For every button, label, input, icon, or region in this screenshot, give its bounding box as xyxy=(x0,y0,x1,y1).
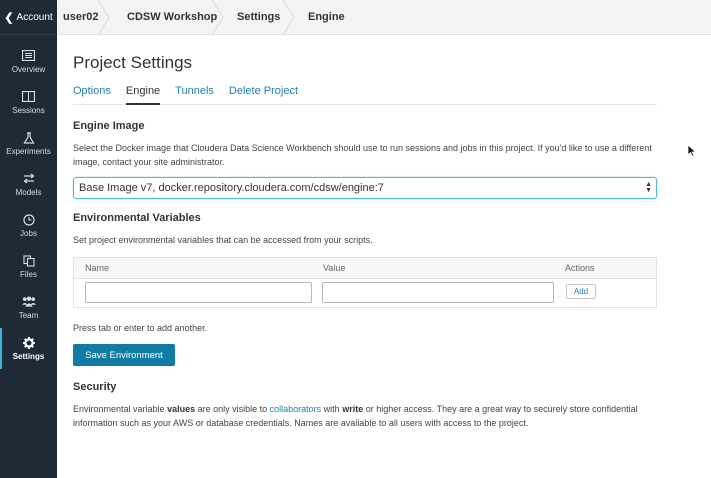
breadcrumb-settings[interactable]: Settings xyxy=(224,0,295,35)
engine-image-select[interactable]: Base Image v7, docker.repository.clouder… xyxy=(73,177,657,199)
sidebar-item-label: Jobs xyxy=(20,228,37,238)
collaborators-link[interactable]: collaborators xyxy=(270,404,322,414)
security-bold-write: write xyxy=(342,404,364,414)
sidebar-item-label: Files xyxy=(20,269,37,279)
page-title: Project Settings xyxy=(73,53,193,72)
breadcrumb-project[interactable]: CDSW Workshop xyxy=(110,0,224,35)
breadcrumb-label: CDSW Workshop xyxy=(127,11,218,23)
account-label: Account xyxy=(16,11,53,23)
select-arrows-icon: ▲ ▼ xyxy=(645,181,652,194)
sidebar-item-sessions[interactable]: Sessions xyxy=(0,82,57,123)
sidebar-item-overview[interactable]: Overview xyxy=(0,41,57,82)
settings-tabs: Options Engine Tunnels Delete Project xyxy=(73,83,657,105)
save-environment-button[interactable]: Save Environment xyxy=(73,344,175,366)
column-header-actions: Actions xyxy=(565,262,595,273)
sidebar-item-models[interactable]: Models xyxy=(0,164,57,205)
breadcrumb-separator xyxy=(283,0,295,35)
column-header-value: Value xyxy=(323,262,346,273)
jobs-icon xyxy=(22,213,36,226)
env-vars-hint: Press tab or enter to add another. xyxy=(73,322,208,333)
engine-image-description: Select the Docker image that Cloudera Da… xyxy=(73,143,652,167)
mouse-cursor-icon xyxy=(687,144,696,157)
sidebar-item-label: Overview xyxy=(11,64,46,74)
breadcrumb-label: user02 xyxy=(63,11,99,23)
engine-image-selected-value: Base Image v7, docker.repository.clouder… xyxy=(79,182,384,194)
engine-image-heading: Engine Image xyxy=(73,120,145,132)
tab-tunnels[interactable]: Tunnels xyxy=(175,83,214,104)
sidebar-item-label: Experiments xyxy=(6,146,51,156)
account-link[interactable]: ❮ Account xyxy=(0,0,57,35)
tab-delete-project[interactable]: Delete Project xyxy=(229,83,298,104)
overview-icon xyxy=(22,50,36,62)
env-vars-description: Set project environmental variables that… xyxy=(73,235,373,245)
env-vars-table: Name Value Actions Add xyxy=(73,256,657,308)
security-text: are only visible to xyxy=(195,404,270,414)
sidebar-item-label: Settings xyxy=(12,351,45,361)
breadcrumb: user02 CDSW Workshop Settings Engine xyxy=(57,0,711,35)
sessions-icon xyxy=(22,91,36,103)
gear-icon xyxy=(22,336,36,349)
table-row: Add xyxy=(74,279,656,307)
sidebar-item-label: Sessions xyxy=(12,105,45,115)
sidebar-item-label: Models xyxy=(15,187,42,197)
env-name-input[interactable] xyxy=(85,281,312,303)
files-icon xyxy=(22,254,36,267)
sidebar-item-files[interactable]: Files xyxy=(0,246,57,287)
tab-options[interactable]: Options xyxy=(73,83,111,104)
sidebar-item-jobs[interactable]: Jobs xyxy=(0,205,57,246)
tab-engine[interactable]: Engine xyxy=(125,83,161,105)
breadcrumb-engine: Engine xyxy=(295,0,345,34)
sidebar-item-team[interactable]: Team xyxy=(0,287,57,328)
env-vars-table-header: Name Value Actions xyxy=(74,257,656,279)
security-description: Environmental variable values are only v… xyxy=(73,403,657,430)
breadcrumb-separator xyxy=(98,0,110,35)
breadcrumb-label: Settings xyxy=(237,11,281,23)
env-vars-heading: Environmental Variables xyxy=(73,212,201,224)
sidebar-item-experiments[interactable]: Experiments xyxy=(0,123,57,164)
column-header-name: Name xyxy=(85,262,110,273)
security-text: with xyxy=(321,404,343,414)
breadcrumb-user[interactable]: user02 xyxy=(57,0,110,35)
experiments-icon xyxy=(22,131,36,144)
sidebar-item-label: Team xyxy=(18,310,39,320)
security-bold-values: values xyxy=(167,404,196,414)
breadcrumb-label: Engine xyxy=(308,11,345,23)
security-heading: Security xyxy=(73,381,117,393)
chevron-left-icon: ❮ xyxy=(4,11,14,24)
sidebar: ❮ Account Overview Sessions Experiments … xyxy=(0,0,57,478)
security-text: Environmental variable xyxy=(73,404,168,414)
models-icon xyxy=(22,173,36,185)
sidebar-item-settings[interactable]: Settings xyxy=(0,328,57,369)
env-value-input[interactable] xyxy=(322,281,554,303)
main-content: Project Settings Options Engine Tunnels … xyxy=(73,35,657,430)
add-env-var-button[interactable]: Add xyxy=(566,283,596,299)
breadcrumb-separator xyxy=(212,0,224,35)
team-icon xyxy=(21,296,36,308)
